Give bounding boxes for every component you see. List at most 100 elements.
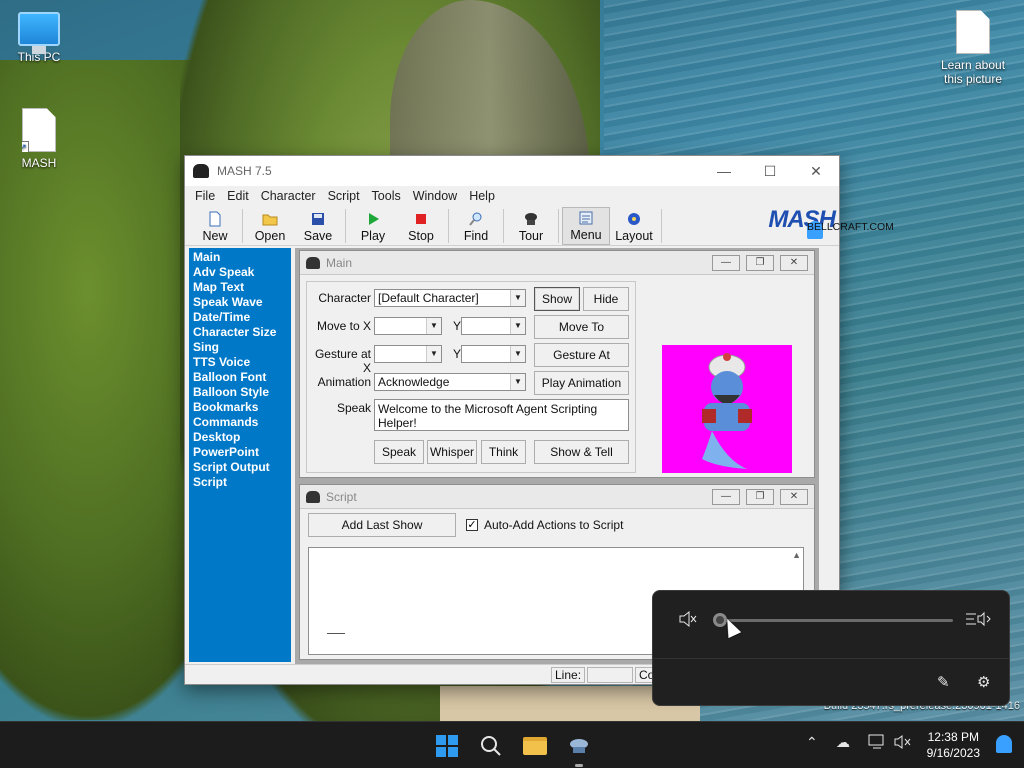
desktop-icon-this-pc[interactable]: This PC [4,12,74,64]
sidebar-item-powerpoint[interactable]: PowerPoint [193,445,291,460]
genie-character-image [702,353,752,469]
speak-text-field[interactable]: Welcome to the Microsoft Agent Scripting… [374,399,629,431]
save-button[interactable]: Save [294,207,342,245]
sidebar-item-map-text[interactable]: Map Text [193,280,291,295]
menu-file[interactable]: File [189,189,221,203]
whisper-button[interactable]: Whisper [427,440,477,464]
sidebar-item-bookmarks[interactable]: Bookmarks [193,400,291,415]
scroll-up-icon[interactable]: ▲ [792,550,801,560]
animation-select[interactable]: Acknowledge ▼ [374,373,526,391]
child-minimize-button[interactable]: — [712,254,740,271]
desktop-icon-label: Learn about this picture [940,58,1006,86]
settings-gear-icon[interactable]: ⚙ [977,673,990,691]
notification-bell-icon[interactable] [996,735,1012,753]
volume-slider-track[interactable] [719,619,953,622]
audio-output-icon[interactable] [965,611,991,631]
sidebar-item-script[interactable]: Script [193,475,291,490]
sidebar-item-desktop[interactable]: Desktop [193,430,291,445]
move-to-y-select[interactable]: ▼ [461,317,526,335]
desktop-icon-mash[interactable]: ↗ MASH [4,108,74,170]
edit-pencil-icon[interactable]: ✎ [937,673,950,691]
menu-edit[interactable]: Edit [221,189,255,203]
sidebar-item-balloon-font[interactable]: Balloon Font [193,370,291,385]
menu-help[interactable]: Help [463,189,501,203]
show-tell-button[interactable]: Show & Tell [534,440,629,464]
script-child-titlebar[interactable]: Script — ❐ ✕ [300,485,814,509]
open-button[interactable]: Open [246,207,294,245]
gesture-at-x-select[interactable]: ▼ [374,345,442,363]
sidebar-item-sing[interactable]: Sing [193,340,291,355]
sidebar-item-main[interactable]: Main [193,250,291,265]
genie-app-icon [570,739,588,753]
desktop-icon-learn-picture[interactable]: Learn about this picture [938,10,1008,86]
child-restore-button[interactable]: ❐ [746,488,774,505]
search-button[interactable] [476,731,506,761]
sidebar-item-adv-speak[interactable]: Adv Speak [193,265,291,280]
start-button[interactable] [432,731,462,761]
main-controls-group: Character [Default Character] ▼ Show Hid… [306,281,636,473]
file-explorer-button[interactable] [520,731,550,761]
mash-taskbar-button[interactable] [564,731,594,767]
child-minimize-button[interactable]: — [712,488,740,505]
onedrive-icon[interactable]: ☁ [836,734,850,751]
move-to-x-select[interactable]: ▼ [374,317,442,335]
volume-muted-icon[interactable] [894,734,912,753]
speak-button[interactable]: Speak [374,440,424,464]
auto-add-checkbox[interactable]: ✓ [466,519,478,531]
menu-toggle-button[interactable]: Menu [562,207,610,245]
show-button[interactable]: Show [534,287,580,311]
stop-button[interactable]: Stop [397,207,445,245]
new-button[interactable]: New [191,207,239,245]
genie-app-icon [306,490,320,503]
sidebar-item-balloon-style[interactable]: Balloon Style [193,385,291,400]
menu-tools[interactable]: Tools [366,189,407,203]
hide-button[interactable]: Hide [583,287,629,311]
think-button[interactable]: Think [481,440,526,464]
search-icon [481,736,501,756]
add-last-show-button[interactable]: Add Last Show [308,513,456,537]
sidebar-item-script-output[interactable]: Script Output [193,460,291,475]
menu-window[interactable]: Window [407,189,463,203]
sidebar-item-commands[interactable]: Commands [193,415,291,430]
open-folder-icon [262,214,278,226]
sidebar-item-tts-voice[interactable]: TTS Voice [193,355,291,370]
gesture-at-y-label: Y [452,347,461,361]
layout-button[interactable]: Layout [610,207,658,245]
play-animation-button[interactable]: Play Animation [534,371,629,395]
speaker-muted-icon[interactable] [679,610,697,631]
genie-icon [525,213,537,225]
minimize-button[interactable]: — [701,156,747,186]
move-to-x-label: Move to X [316,319,371,333]
child-restore-button[interactable]: ❐ [746,254,774,271]
gesture-at-button[interactable]: Gesture At [534,343,629,367]
chevron-up-icon[interactable]: ⌃ [806,734,818,751]
sidebar-item-speak-wave[interactable]: Speak Wave [193,295,291,310]
gesture-at-y-select[interactable]: ▼ [461,345,526,363]
sidebar-item-character-size[interactable]: Character Size [193,325,291,340]
desktop-icon-label: MASH [21,156,57,170]
move-to-button[interactable]: Move To [534,315,629,339]
title-bar[interactable]: MASH 7.5 — ☐ ✕ [185,156,839,186]
main-child-titlebar[interactable]: Main — ❐ ✕ [300,251,814,275]
maximize-button[interactable]: ☐ [747,156,793,186]
clock[interactable]: 12:38 PM 9/16/2023 [927,729,980,761]
sidebar: Main Adv Speak Map Text Speak Wave Date/… [189,248,291,662]
computer-icon [18,12,60,54]
toolbar-separator [503,209,504,243]
character-select[interactable]: [Default Character] ▼ [374,289,526,307]
file-icon: ↗ [22,108,56,152]
play-button[interactable]: Play [349,207,397,245]
sidebar-item-date-time[interactable]: Date/Time [193,310,291,325]
layout-icon [628,213,640,225]
find-button[interactable]: Find [452,207,500,245]
close-button[interactable]: ✕ [793,156,839,186]
tour-button[interactable]: Tour [507,207,555,245]
network-icon[interactable] [868,734,886,753]
child-close-button[interactable]: ✕ [780,254,808,271]
menu-character[interactable]: Character [255,189,322,203]
menu-script[interactable]: Script [322,189,366,203]
chevron-down-icon: ▼ [510,318,525,334]
child-close-button[interactable]: ✕ [780,488,808,505]
stop-label: Stop [408,229,434,243]
logo-site: BELLCRAFT.COM [807,221,894,239]
